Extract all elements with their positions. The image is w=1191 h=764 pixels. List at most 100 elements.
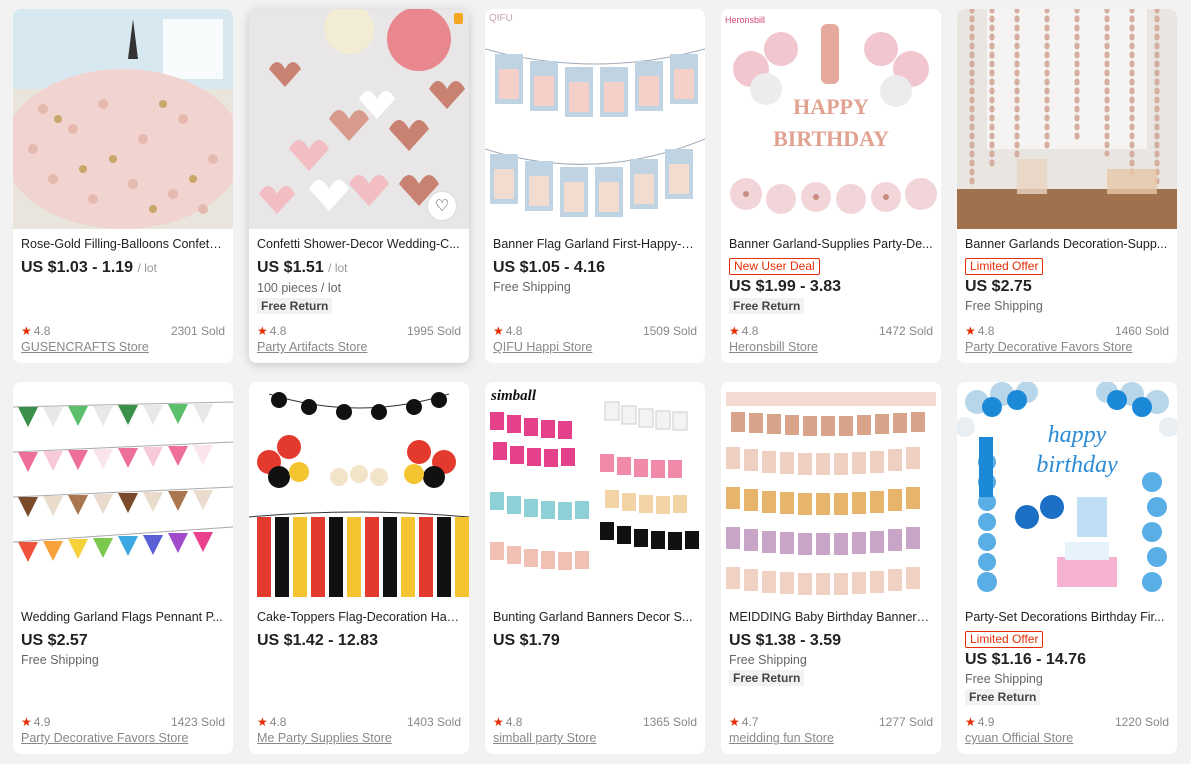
product-price: US $2.75 (965, 277, 1169, 296)
price-unit: / lot (137, 261, 157, 275)
sold-count: 1472 Sold (878, 324, 933, 338)
store-link[interactable]: Me Party Supplies Store (257, 731, 461, 745)
star-icon: ★ (965, 715, 976, 729)
product-price: US $1.51 / lot (257, 258, 461, 278)
product-title[interactable]: Banner Garlands Decoration-Supp... (965, 237, 1169, 252)
product-card[interactable]: simball Bunting Garland Banners Decor S.… (485, 382, 705, 754)
free-return-badge: Free Return (257, 298, 333, 314)
product-title[interactable]: Party-Set Decorations Birthday Fir... (965, 610, 1169, 625)
product-price: US $1.03 - 1.19 / lot (21, 258, 225, 278)
rating-row: ★ 4.8 1365 Sold (493, 715, 697, 729)
product-price: US $1.05 - 4.16 (493, 258, 697, 277)
free-shipping-label: Free Shipping (21, 653, 99, 667)
price-value: US $1.51 (257, 259, 324, 276)
sold-count: 1403 Sold (406, 715, 461, 729)
product-title[interactable]: Confetti Shower-Decor Wedding-C... (257, 237, 461, 252)
store-link[interactable]: Heronsbill Store (729, 340, 933, 354)
product-image[interactable]: Heronsbill HAPPY BIRTHDAY (721, 9, 941, 229)
product-image[interactable]: happy birthday (957, 382, 1177, 602)
limited-offer-badge: Limited Offer (965, 631, 1044, 648)
product-title[interactable]: MEIDDING Baby Birthday Banners ... (729, 610, 933, 625)
price-value: US $1.03 - 1.19 (21, 259, 134, 276)
product-card[interactable]: MEIDDING Baby Birthday Banners ... US $1… (721, 382, 941, 754)
sold-count: 1220 Sold (1114, 715, 1169, 729)
product-title[interactable]: Rose-Gold Filling-Balloons Confetti... (21, 237, 225, 252)
product-title[interactable]: Banner Flag Garland First-Happy-B... (493, 237, 697, 252)
store-link[interactable]: Party Decorative Favors Store (965, 340, 1169, 354)
rating-row: ★ 4.8 2301 Sold (21, 324, 225, 338)
free-shipping-label: Free Shipping (965, 299, 1043, 313)
product-card[interactable]: happy birthday Party-Set Decorations Bir… (957, 382, 1177, 754)
sold-count: 1509 Sold (642, 324, 697, 338)
product-card[interactable]: QIFU Banner Flag Garland First-Happy-B..… (485, 9, 705, 363)
limited-offer-badge: Limited Offer (965, 258, 1044, 275)
product-card[interactable]: Heronsbill HAPPY BIRTHDAY Banner Garland… (721, 9, 941, 363)
rating-value: 4.8 (741, 324, 759, 338)
store-link[interactable]: GUSENCRAFTS Store (21, 340, 225, 354)
free-shipping-label: Free Shipping (965, 672, 1043, 686)
product-title[interactable]: Cake-Toppers Flag-Decoration Hap... (257, 610, 461, 625)
happy-text: HAPPY (793, 94, 869, 119)
product-image[interactable] (13, 382, 233, 602)
product-card[interactable]: Banner Garlands Decoration-Supp... Limit… (957, 9, 1177, 363)
rating-value: 4.8 (269, 715, 287, 729)
product-image[interactable]: ♡ (249, 9, 469, 229)
sold-count: 2301 Sold (170, 324, 225, 338)
star-icon: ★ (965, 324, 976, 338)
product-card[interactable]: Wedding Garland Flags Pennant P... US $2… (13, 382, 233, 754)
store-link[interactable]: QIFU Happi Store (493, 340, 697, 354)
product-image[interactable] (957, 9, 1177, 229)
rating-row: ★ 4.8 1995 Sold (257, 324, 461, 338)
store-link[interactable]: Party Artifacts Store (257, 340, 461, 354)
store-link[interactable]: Party Decorative Favors Store (21, 731, 225, 745)
product-card[interactable]: Rose-Gold Filling-Balloons Confetti... U… (13, 9, 233, 363)
sold-count: 1277 Sold (878, 715, 933, 729)
price-unit: / lot (328, 261, 348, 275)
rating-row: ★ 4.9 1423 Sold (21, 715, 225, 729)
store-link[interactable]: cyuan Official Store (965, 731, 1169, 745)
price-value: US $2.75 (965, 278, 1032, 295)
happy-text: happy (1048, 422, 1107, 448)
product-image[interactable] (13, 9, 233, 229)
product-image[interactable]: simball (485, 382, 705, 602)
rating-value: 4.8 (33, 324, 51, 338)
rating-value: 4.9 (977, 715, 995, 729)
product-title[interactable]: Bunting Garland Banners Decor S... (493, 610, 697, 625)
rating-value: 4.8 (505, 324, 523, 338)
product-title[interactable]: Wedding Garland Flags Pennant P... (21, 610, 225, 625)
rating-row: ★ 4.7 1277 Sold (729, 715, 933, 729)
product-title[interactable]: Banner Garland-Supplies Party-De... (729, 237, 933, 252)
rating-value: 4.8 (269, 324, 287, 338)
product-price: US $1.16 - 14.76 (965, 650, 1169, 669)
star-icon: ★ (257, 715, 268, 729)
rating-value: 4.7 (741, 715, 759, 729)
store-link[interactable]: simball party Store (493, 731, 697, 745)
price-value: US $1.16 - 14.76 (965, 651, 1086, 668)
product-image[interactable] (249, 382, 469, 602)
store-link[interactable]: meidding fun Store (729, 731, 933, 745)
store-tag-icon (454, 13, 463, 24)
product-price: US $2.57 (21, 631, 225, 650)
price-value: US $1.38 - 3.59 (729, 632, 842, 649)
product-image[interactable]: QIFU (485, 9, 705, 229)
price-value: US $1.42 - 12.83 (257, 632, 378, 649)
free-return-badge: Free Return (729, 298, 805, 314)
product-card[interactable]: ♡ Confetti Shower-Decor Wedding-C... US … (249, 9, 469, 363)
new-user-deal-badge: New User Deal (729, 258, 820, 275)
price-value: US $1.05 - 4.16 (493, 259, 606, 276)
star-icon: ★ (21, 324, 32, 338)
star-icon: ★ (21, 715, 32, 729)
sold-count: 1460 Sold (1114, 324, 1169, 338)
product-card[interactable]: Cake-Toppers Flag-Decoration Hap... US $… (249, 382, 469, 754)
brand-text: QIFU (489, 13, 513, 24)
product-image[interactable] (721, 382, 941, 602)
heart-outline-icon[interactable]: ♡ (427, 191, 457, 221)
rating-row: ★ 4.8 1509 Sold (493, 324, 697, 338)
brand-text: simball (490, 388, 537, 404)
free-return-badge: Free Return (729, 670, 805, 686)
rating-row: ★ 4.8 1472 Sold (729, 324, 933, 338)
star-icon: ★ (729, 715, 740, 729)
rating-row: ★ 4.8 1460 Sold (965, 324, 1169, 338)
product-price: US $1.42 - 12.83 (257, 631, 461, 650)
price-value: US $2.57 (21, 632, 88, 649)
